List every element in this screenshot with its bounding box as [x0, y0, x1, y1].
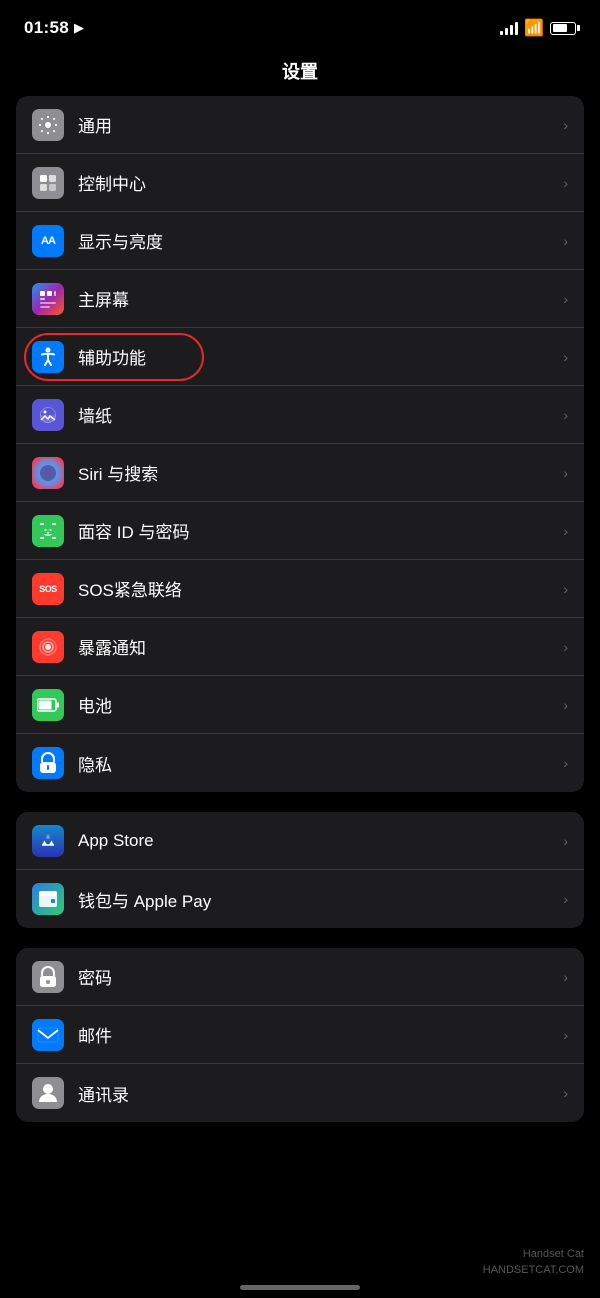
- accessibility-chevron: ›: [563, 349, 568, 365]
- privacy-icon: [32, 747, 64, 779]
- location-icon: ▶: [74, 20, 84, 36]
- settings-item-faceid[interactable]: 面容 ID 与密码 ›: [16, 502, 584, 560]
- display-icon: AA: [32, 225, 64, 257]
- watermark-line2: HANDSETCAT.COM: [483, 1263, 584, 1278]
- wallet-chevron: ›: [563, 891, 568, 907]
- wallpaper-chevron: ›: [563, 407, 568, 423]
- settings-item-siri[interactable]: Siri 与搜索 ›: [16, 444, 584, 502]
- mail-chevron: ›: [563, 1027, 568, 1043]
- privacy-label: 隐私: [78, 751, 555, 776]
- sos-icon: SOS: [32, 573, 64, 605]
- wallpaper-label: 墙纸: [78, 402, 555, 427]
- general-icon: [32, 109, 64, 141]
- display-label: 显示与亮度: [78, 228, 555, 253]
- passwords-label: 密码: [78, 964, 555, 989]
- control-center-chevron: ›: [563, 175, 568, 191]
- settings-item-passwords[interactable]: 密码 ›: [16, 948, 584, 1006]
- homescreen-chevron: ›: [563, 291, 568, 307]
- battery-settings-icon: [32, 689, 64, 721]
- faceid-label: 面容 ID 与密码: [78, 518, 555, 543]
- settings-item-wallet[interactable]: 钱包与 Apple Pay ›: [16, 870, 584, 928]
- signal-icon: [500, 21, 518, 35]
- settings-group-3: 密码 › 邮件 › 通讯录 ›: [16, 948, 584, 1122]
- battery-icon: [550, 22, 576, 35]
- settings-group-1: 通用 › 控制中心 › AA 显示与亮度 ›: [16, 96, 584, 792]
- mail-label: 邮件: [78, 1022, 555, 1047]
- contacts-label: 通讯录: [78, 1081, 555, 1106]
- siri-label: Siri 与搜索: [78, 460, 555, 485]
- wallet-icon: [32, 883, 64, 915]
- homescreen-label: 主屏幕: [78, 286, 555, 311]
- wallpaper-icon: [32, 399, 64, 431]
- settings-item-display[interactable]: AA 显示与亮度 ›: [16, 212, 584, 270]
- settings-group-2: App Store › 钱包与 Apple Pay ›: [16, 812, 584, 928]
- passwords-chevron: ›: [563, 969, 568, 985]
- home-indicator: [240, 1285, 360, 1290]
- appstore-label: App Store: [78, 831, 555, 851]
- settings-item-accessibility[interactable]: 辅助功能 ›: [16, 328, 584, 386]
- settings-item-mail[interactable]: 邮件 ›: [16, 1006, 584, 1064]
- siri-icon: [32, 457, 64, 489]
- settings-item-control-center[interactable]: 控制中心 ›: [16, 154, 584, 212]
- accessibility-icon: [32, 341, 64, 373]
- faceid-chevron: ›: [563, 523, 568, 539]
- exposure-chevron: ›: [563, 639, 568, 655]
- wallet-label: 钱包与 Apple Pay: [78, 887, 555, 912]
- settings-item-privacy[interactable]: 隐私 ›: [16, 734, 584, 792]
- wifi-icon: 📶: [524, 18, 544, 38]
- passwords-icon: [32, 961, 64, 993]
- control-center-icon: [32, 167, 64, 199]
- settings-item-wallpaper[interactable]: 墙纸 ›: [16, 386, 584, 444]
- display-chevron: ›: [563, 233, 568, 249]
- status-bar: 01:58 ▶ 📶: [0, 0, 600, 50]
- mail-icon: [32, 1019, 64, 1051]
- settings-item-sos[interactable]: SOS SOS紧急联络 ›: [16, 560, 584, 618]
- page-title: 设置: [0, 50, 600, 96]
- settings-item-battery[interactable]: 电池 ›: [16, 676, 584, 734]
- contacts-icon: [32, 1077, 64, 1109]
- settings-item-appstore[interactable]: App Store ›: [16, 812, 584, 870]
- settings-item-general[interactable]: 通用 ›: [16, 96, 584, 154]
- settings-item-exposure[interactable]: 暴露通知 ›: [16, 618, 584, 676]
- sos-label: SOS紧急联络: [78, 576, 555, 601]
- battery-chevron: ›: [563, 697, 568, 713]
- accessibility-label: 辅助功能: [78, 344, 555, 369]
- privacy-chevron: ›: [563, 755, 568, 771]
- contacts-chevron: ›: [563, 1085, 568, 1101]
- general-label: 通用: [78, 112, 555, 137]
- appstore-icon: [32, 825, 64, 857]
- settings-item-contacts[interactable]: 通讯录 ›: [16, 1064, 584, 1122]
- control-center-label: 控制中心: [78, 170, 555, 195]
- status-icons: 📶: [500, 18, 576, 38]
- battery-label: 电池: [78, 692, 555, 717]
- general-chevron: ›: [563, 117, 568, 133]
- watermark-line1: Handset Cat: [483, 1247, 584, 1262]
- faceid-icon: [32, 515, 64, 547]
- sos-chevron: ›: [563, 581, 568, 597]
- appstore-chevron: ›: [563, 833, 568, 849]
- siri-chevron: ›: [563, 465, 568, 481]
- settings-item-homescreen[interactable]: 主屏幕 ›: [16, 270, 584, 328]
- watermark: Handset Cat HANDSETCAT.COM: [483, 1247, 584, 1278]
- exposure-label: 暴露通知: [78, 634, 555, 659]
- exposure-icon: [32, 631, 64, 663]
- homescreen-icon: [32, 283, 64, 315]
- status-time: 01:58: [24, 18, 69, 38]
